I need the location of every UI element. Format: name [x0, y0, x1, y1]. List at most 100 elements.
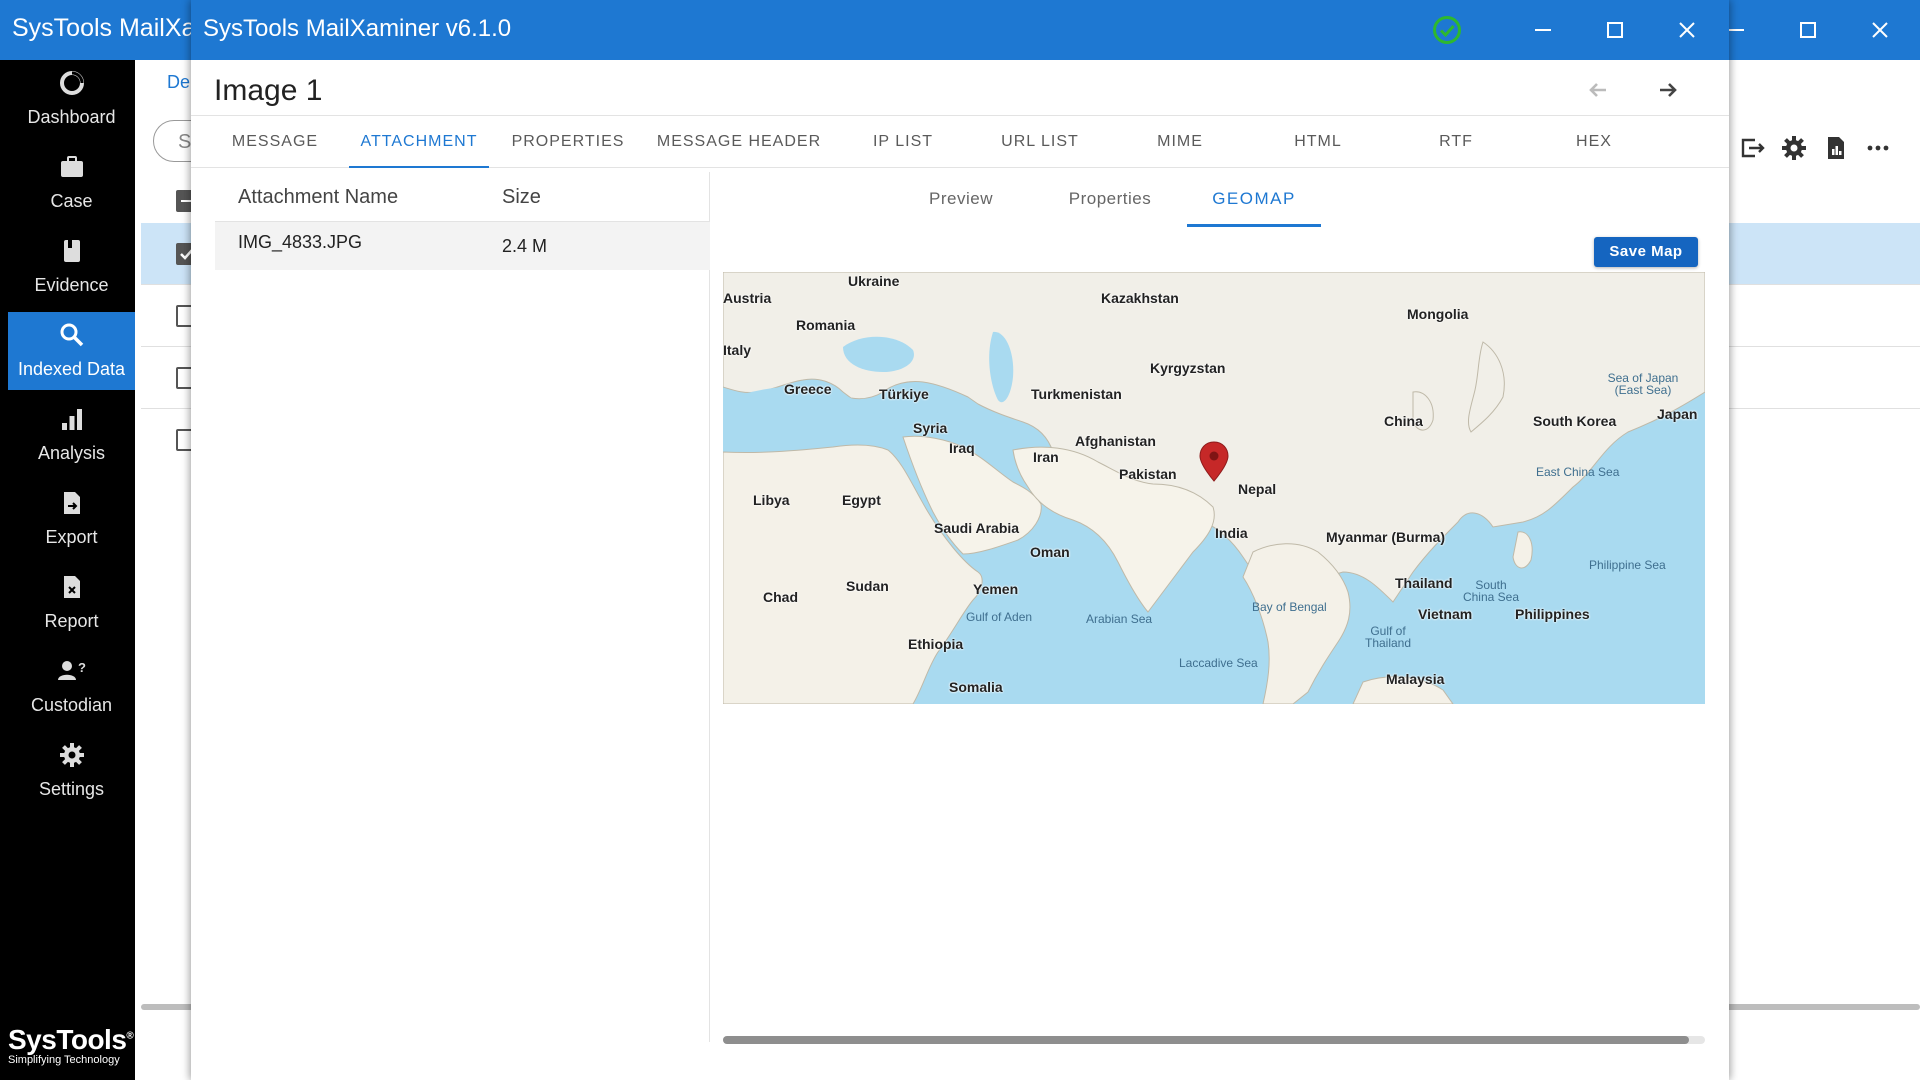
map-label: Mongolia	[1407, 306, 1469, 322]
dialog-maximize-button[interactable]	[1579, 0, 1651, 60]
image-viewer-dialog: SysTools MailXaminer v6.1.0 Image 1 MESS…	[191, 0, 1729, 1080]
map-label: Chad	[763, 589, 798, 605]
page-title: Image 1	[214, 74, 323, 107]
map-label: Sudan	[846, 578, 889, 594]
sidebar-item-report[interactable]: Report	[8, 564, 135, 642]
toolbar	[1739, 130, 1899, 166]
dialog-header: Image 1	[191, 60, 1729, 116]
map-label: Pakistan	[1119, 466, 1177, 482]
sea-label: Sea of Japan (East Sea)	[1607, 371, 1679, 397]
subtab-geomap[interactable]: GEOMAP	[1187, 175, 1321, 227]
map-label: Ethiopia	[908, 636, 964, 652]
tab-rtf[interactable]: RTF	[1393, 116, 1519, 168]
brand-name: SysTools	[8, 1024, 127, 1055]
geo-map[interactable]: Ukraine Kazakhstan Mongolia Austria Roma…	[723, 272, 1705, 704]
column-header-size[interactable]: Size	[502, 172, 541, 222]
sea-label: Laccadive Sea	[1179, 656, 1258, 670]
report-icon[interactable]	[1823, 135, 1849, 161]
subtab-preview[interactable]: Preview	[901, 175, 1021, 227]
sea-label: South China Sea	[1462, 578, 1520, 604]
tab-html[interactable]: HTML	[1255, 116, 1381, 168]
tab-mime[interactable]: MIME	[1117, 116, 1243, 168]
tab-ip-list[interactable]: IP LIST	[843, 116, 963, 168]
subtab-properties[interactable]: Properties	[1039, 175, 1181, 227]
sidebar-item-label: Custodian	[30, 695, 113, 715]
map-label: Philippines	[1515, 606, 1590, 622]
next-button[interactable]	[1650, 72, 1686, 108]
dialog-close-button[interactable]	[1651, 0, 1723, 60]
map-label: Greece	[784, 381, 832, 397]
sidebar-item-dashboard[interactable]: Dashboard	[8, 60, 135, 138]
map-label: Nepal	[1238, 481, 1277, 497]
sidebar-item-evidence[interactable]: Evidence	[8, 228, 135, 306]
sidebar-item-export[interactable]: Export	[8, 480, 135, 558]
map-label: Romania	[796, 317, 856, 333]
table-row[interactable]: IMG_4833.JPG 2.4 M	[215, 222, 710, 270]
attachment-table-header: Attachment Name Size	[215, 172, 710, 222]
column-header-name[interactable]: Attachment Name	[238, 172, 398, 222]
sidebar-item-analysis[interactable]: Analysis	[8, 396, 135, 474]
map-label: Libya	[753, 492, 790, 508]
map-label: Turkmenistan	[1031, 386, 1122, 402]
sidebar: Dashboard Case Evidence Indexed Data Ana…	[0, 60, 135, 1080]
main-maximize-button[interactable]	[1772, 0, 1844, 60]
save-map-button[interactable]: Save Map	[1594, 237, 1698, 267]
map-label: Austria	[723, 290, 772, 306]
minimize-icon	[1728, 29, 1744, 31]
more-icon[interactable]	[1865, 135, 1891, 161]
search-icon	[60, 323, 83, 347]
sidebar-item-label: Evidence	[34, 275, 109, 295]
export-icon[interactable]	[1739, 135, 1765, 161]
sidebar-item-settings[interactable]: Settings	[8, 732, 135, 810]
tab-message-header[interactable]: MESSAGE HEADER	[647, 116, 831, 168]
arrow-right-icon	[1660, 83, 1677, 97]
sidebar-item-label: Export	[45, 527, 98, 547]
attachment-list: Attachment Name Size IMG_4833.JPG 2.4 M	[215, 172, 710, 1042]
close-icon	[1679, 22, 1695, 38]
map-label: Oman	[1030, 544, 1070, 560]
map-label: China	[1384, 413, 1423, 429]
brand-logo: SysTools® Simplifying Technology	[8, 1024, 135, 1066]
analysis-icon	[61, 409, 82, 430]
main-close-button[interactable]	[1844, 0, 1916, 60]
tab-hex[interactable]: HEX	[1531, 116, 1657, 168]
tab-attachment[interactable]: ATTACHMENT	[349, 116, 489, 168]
dialog-minimize-button[interactable]	[1507, 0, 1579, 60]
sea-label: Gulf of Thailand	[1364, 624, 1412, 650]
briefcase-icon	[60, 156, 83, 177]
previous-button[interactable]	[1580, 72, 1616, 108]
export-icon	[63, 492, 80, 514]
gear-icon	[59, 743, 84, 767]
sea-label: Gulf of Aden	[966, 610, 1033, 624]
main-window-title: SysTools MailXa	[12, 14, 196, 42]
tab-bar: MESSAGE ATTACHMENT PROPERTIES MESSAGE HE…	[191, 116, 1729, 168]
map-label: Syria	[913, 420, 948, 436]
dialog-title: SysTools MailXaminer v6.1.0	[203, 15, 512, 42]
brand-tagline: Simplifying Technology	[8, 1054, 120, 1066]
map-label: Somalia	[949, 679, 1003, 695]
sidebar-item-label: Analysis	[37, 443, 106, 463]
close-icon	[1872, 22, 1888, 38]
maximize-icon	[1607, 22, 1623, 38]
map-land-shapes	[723, 272, 1705, 704]
svg-text:?: ?	[78, 660, 86, 675]
tab-message[interactable]: MESSAGE	[213, 116, 337, 168]
sidebar-item-label: Case	[50, 191, 93, 211]
scrollbar-thumb[interactable]	[723, 1036, 1689, 1044]
sea-label: East China Sea	[1536, 465, 1620, 479]
sidebar-item-case[interactable]: Case	[8, 144, 135, 222]
sidebar-item-label: Report	[44, 611, 99, 631]
map-label: Vietnam	[1418, 606, 1473, 622]
breadcrumb[interactable]: De	[167, 72, 190, 93]
tab-properties[interactable]: PROPERTIES	[501, 116, 635, 168]
gear-icon[interactable]	[1781, 135, 1807, 161]
dashboard-icon	[59, 71, 84, 95]
dialog-titlebar: SysTools MailXaminer v6.1.0	[191, 0, 1729, 60]
sidebar-item-custodian[interactable]: ? Custodian	[8, 648, 135, 726]
sidebar-item-indexed-data[interactable]: Indexed Data	[8, 312, 135, 390]
tab-url-list[interactable]: URL LIST	[975, 116, 1105, 168]
map-label: Myanmar (Burma)	[1326, 529, 1446, 545]
sidebar-item-label: Settings	[38, 779, 105, 799]
horizontal-scrollbar[interactable]	[723, 1036, 1705, 1044]
map-label: South Korea	[1533, 413, 1617, 429]
